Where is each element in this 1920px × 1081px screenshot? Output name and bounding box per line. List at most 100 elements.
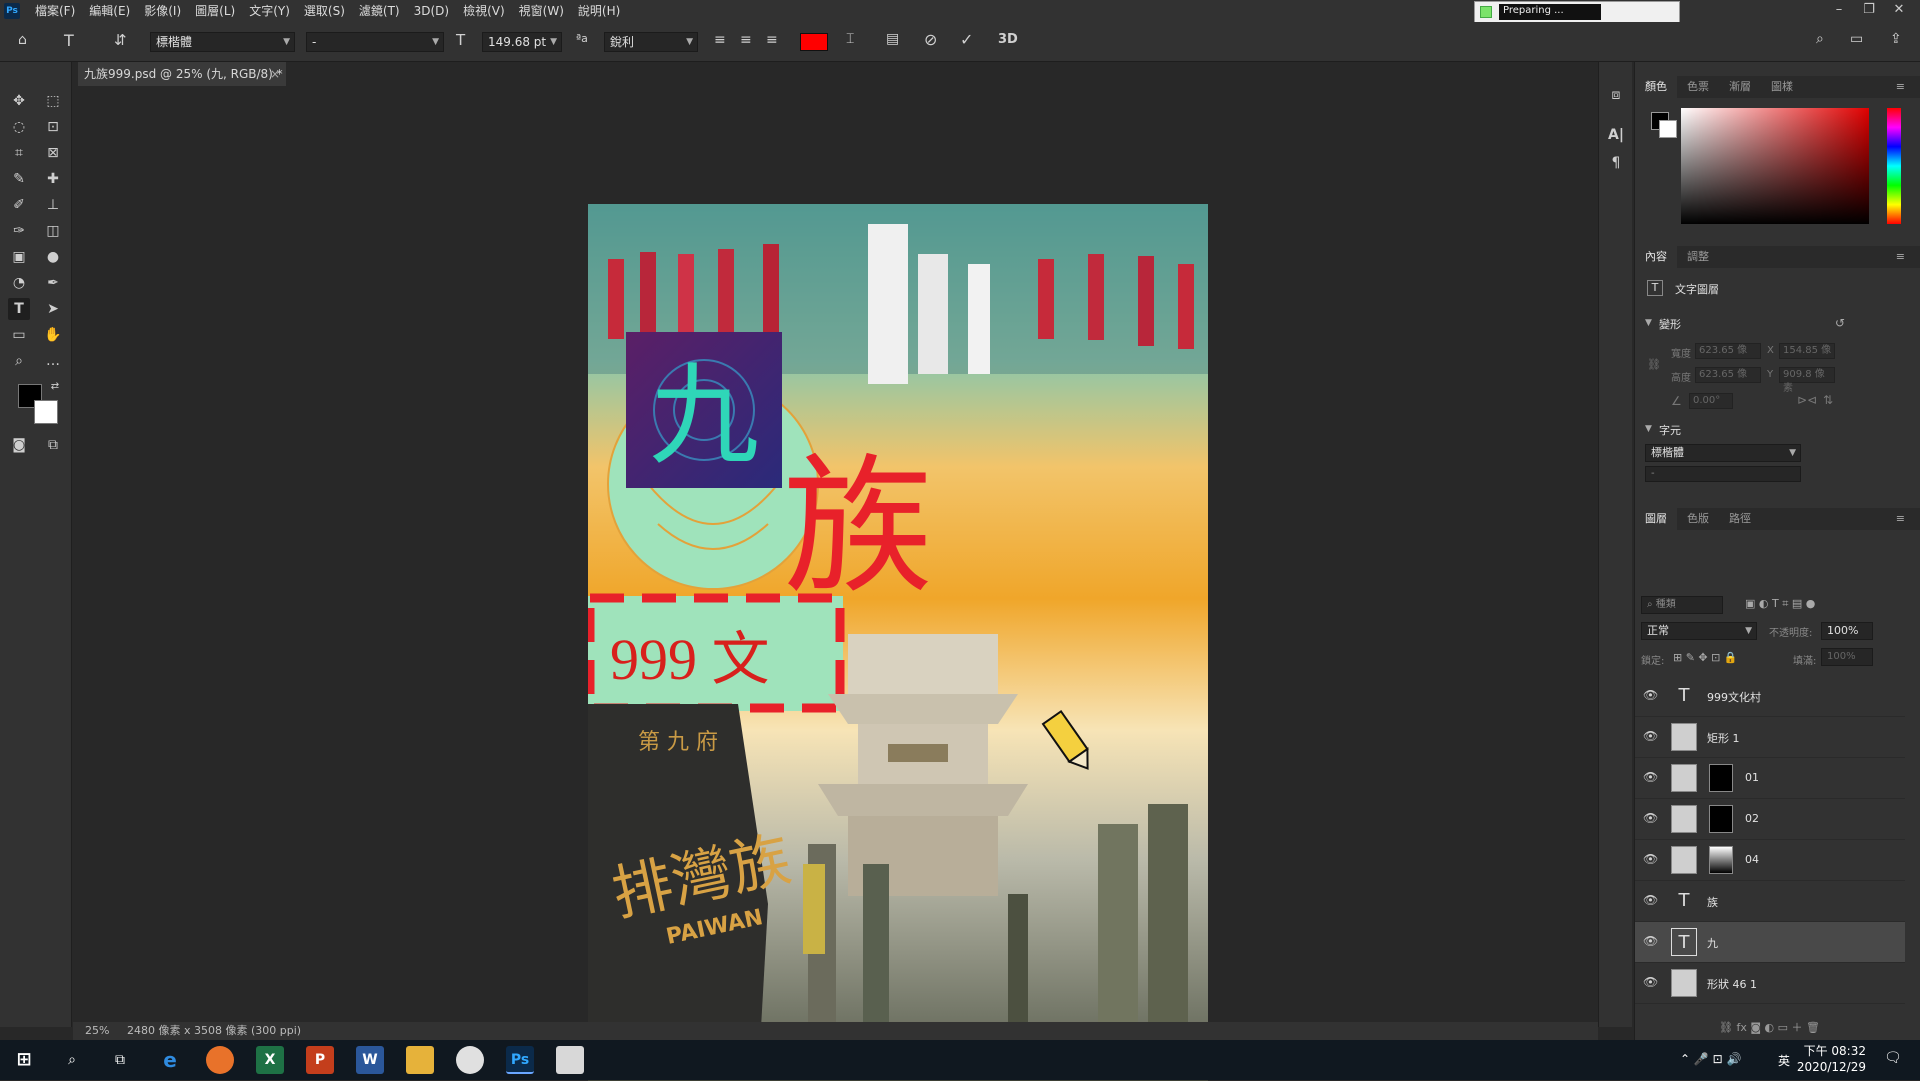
layer-row-shape-46-1[interactable]: 👁 形狀 46 1 [1635,963,1905,1004]
rectangle-tool-icon[interactable]: ▭ [8,324,30,346]
toggle-orientation-icon[interactable]: ⇵ [114,31,127,49]
blur-tool-icon[interactable]: ● [42,246,64,268]
tab-paths[interactable]: 路徑 [1719,508,1761,530]
color-bg-swatch[interactable] [1659,120,1677,138]
reset-transform-icon[interactable]: ↺ [1835,316,1845,330]
eye-visibility-icon[interactable]: 👁 [1643,893,1658,907]
flip-horizontal-icon[interactable]: ⊳⊲ [1797,393,1817,407]
eyedropper-tool-icon[interactable]: ✎ [8,168,30,190]
layer-mask-thumbnail[interactable] [1709,764,1733,792]
type-tool-icon[interactable]: T [8,298,30,320]
notifications-icon[interactable]: 🗨 [1884,1050,1902,1066]
text-color-swatch[interactable] [800,33,828,51]
close-icon[interactable]: ✕ [1884,0,1914,22]
link-icon[interactable]: ⛓ [1647,358,1661,371]
3d-button[interactable]: 3D [998,32,1018,47]
layer-row-nine[interactable]: 👁 T 九 [1635,922,1905,963]
layer-mask-thumbnail[interactable] [1709,846,1733,874]
more-tools-icon[interactable]: … [42,350,64,372]
menu-type[interactable]: 文字(Y) [242,0,297,22]
crop-tool-icon[interactable]: ⌗ [8,142,30,164]
object-select-tool-icon[interactable]: ⊡ [42,116,64,138]
layer-row-zu[interactable]: 👁 T 族 [1635,881,1905,922]
eye-visibility-icon[interactable]: 👁 [1643,811,1658,825]
layer-row-999-culture-village[interactable]: 👁 T 999文化村 [1635,676,1905,717]
zoom-level[interactable]: 25% [85,1022,109,1040]
menu-layer[interactable]: 圖層(L) [188,0,242,22]
eye-visibility-icon[interactable]: 👁 [1643,770,1658,784]
task-view-icon[interactable]: ⧉ [106,1046,134,1074]
eye-visibility-icon[interactable]: 👁 [1643,688,1658,702]
eye-visibility-icon[interactable]: 👁 [1643,975,1658,989]
commit-check-icon[interactable]: ✓ [960,30,973,49]
chevron-down-icon[interactable]: ▼ [1645,424,1652,434]
angle-input[interactable]: 0.00° [1689,393,1733,409]
menu-view[interactable]: 檢視(V) [456,0,512,22]
fill-input[interactable]: 100% [1821,648,1873,666]
align-right-icon[interactable]: ≡ [766,32,778,48]
home-icon[interactable]: ⌂ [18,32,27,48]
height-input[interactable]: 623.65 像 [1695,367,1761,383]
tab-channels[interactable]: 色版 [1677,508,1719,530]
tab-gradients[interactable]: 漸層 [1719,76,1761,98]
type-tool-preset-icon[interactable]: T [64,31,74,50]
swap-colors-icon[interactable]: ⇄ [44,376,66,398]
document-tab[interactable]: 九族999.psd @ 25% (九, RGB/8) * × [78,62,286,86]
panel-menu-icon[interactable]: ≡ [1886,76,1915,98]
layer-mask-thumbnail[interactable] [1709,805,1733,833]
menu-file[interactable]: 檔案(F) [28,0,82,22]
menu-help[interactable]: 說明(H) [571,0,627,22]
flip-vertical-icon[interactable]: ⇅ [1823,393,1833,407]
quick-mask-icon[interactable]: ◙ [8,434,30,456]
filter-type-icons[interactable]: ▣ ◐ T ⌗ ▤ ● [1745,597,1815,611]
tray-icons[interactable]: ⌃ 🎤 ⊡ 🔊 [1680,1052,1741,1066]
pen-tool-icon[interactable]: ✒ [42,272,64,294]
firefox-icon[interactable] [206,1046,234,1074]
color-field[interactable] [1681,108,1869,224]
character-panel-icon[interactable]: A| [1605,124,1627,146]
eye-visibility-icon[interactable]: 👁 [1643,852,1658,866]
layer-row-rectangle-1[interactable]: 👁 矩形 1 [1635,717,1905,758]
paint-app-icon[interactable] [556,1046,584,1074]
word-icon[interactable]: W [356,1046,384,1074]
tab-layers[interactable]: 圖層 [1635,508,1677,530]
excel-icon[interactable]: X [256,1046,284,1074]
history-brush-icon[interactable]: ✑ [8,220,30,242]
close-tab-icon[interactable]: × [270,62,280,86]
photoshop-taskbar-icon[interactable]: Ps [506,1046,534,1074]
search-icon[interactable]: ⌕ [1816,31,1824,47]
lasso-tool-icon[interactable]: ◌ [8,116,30,138]
layer-actions-icons[interactable]: ⛓ fx ◙ ◐ ▭ ＋ 🗑 [1719,1019,1820,1035]
opacity-input[interactable]: 100% [1821,622,1873,640]
marquee-tool-icon[interactable]: ⬚ [42,90,64,112]
hue-slider[interactable] [1887,108,1901,224]
x-input[interactable]: 154.85 像 [1779,343,1835,359]
menu-select[interactable]: 選取(S) [297,0,352,22]
menu-window[interactable]: 視窗(W) [512,0,571,22]
tab-properties[interactable]: 內容 [1635,246,1677,268]
font-size-select[interactable]: 149.68 pt ▼ [482,32,562,52]
width-input[interactable]: 623.65 像 [1695,343,1761,359]
layer-row-04[interactable]: 👁 04 [1635,840,1905,881]
tab-patterns[interactable]: 圖樣 [1761,76,1803,98]
healing-brush-icon[interactable]: ✚ [42,168,64,190]
path-select-icon[interactable]: ➤ [42,298,64,320]
eye-visibility-icon[interactable]: 👁 [1643,934,1658,948]
layer-kind-filter[interactable]: ⌕ 種類 [1641,596,1723,614]
eraser-tool-icon[interactable]: ◫ [42,220,64,242]
layer-row-01[interactable]: 👁 01 [1635,758,1905,799]
background-color-swatch[interactable] [34,400,58,424]
antialias-select[interactable]: 銳利 ▼ [604,32,698,52]
zoom-tool-icon[interactable]: ⌕ [8,350,30,372]
chrome-icon[interactable] [456,1046,484,1074]
powerpoint-icon[interactable]: P [306,1046,334,1074]
layer-row-02[interactable]: 👁 02 [1635,799,1905,840]
font-style-select[interactable]: - ▼ [306,32,444,52]
frame-tool-icon[interactable]: ⊠ [42,142,64,164]
document-info[interactable]: 2480 像素 x 3508 像素 (300 ppi) [127,1022,301,1040]
clone-stamp-icon[interactable]: ⊥ [42,194,64,216]
font-family-select[interactable]: 標楷體 ▼ [150,32,295,52]
chevron-down-icon[interactable]: ▼ [1645,318,1652,328]
character-style-select[interactable]: - [1645,466,1801,482]
minimize-icon[interactable]: – [1824,0,1854,22]
